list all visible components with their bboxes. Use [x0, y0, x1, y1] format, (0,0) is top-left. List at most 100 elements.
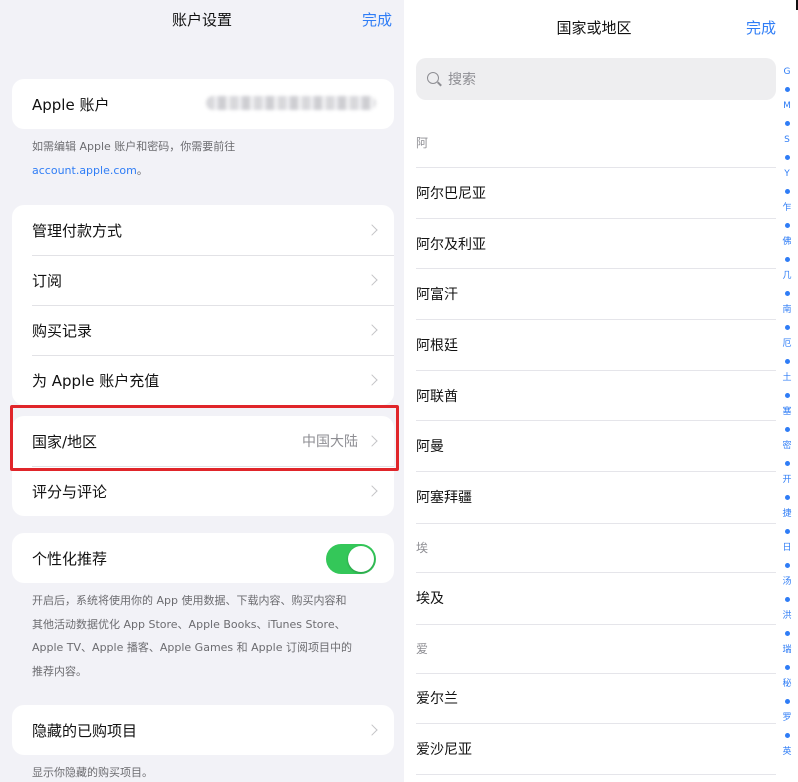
index-dot [784, 665, 790, 670]
index-dot [784, 461, 790, 466]
apple-account-label: Apple 账户 [32, 95, 110, 114]
list-item[interactable]: 阿联酋 [416, 371, 776, 422]
apple-account-row[interactable]: Apple 账户 [12, 79, 394, 129]
index-letter[interactable]: 瑞 [782, 642, 791, 659]
index-letter[interactable]: 洪 [782, 608, 791, 625]
index-letter[interactable]: 佛 [782, 234, 791, 251]
index-dot [784, 87, 790, 92]
menu-row-purchase-history[interactable]: 购买记录 [12, 305, 394, 355]
personalized-card: 个性化推荐 [12, 533, 394, 583]
index-letter[interactable]: 密 [782, 438, 791, 455]
payment-menu-card: 管理付款方式 订阅 购买记录 为 Apple 账户充值 [12, 205, 394, 405]
search-placeholder: 搜索 [448, 72, 476, 88]
index-dot [784, 733, 790, 738]
index-letter[interactable]: 厄 [782, 336, 791, 353]
country-highlight-box [10, 405, 399, 471]
alphabet-index[interactable]: G M S Y 乍 佛 几 南 厄 土 塞 密 开 捷 日 汤 洪 瑞 秘 罗 … [780, 64, 794, 761]
apple-account-card: Apple 账户 [12, 79, 394, 129]
chevron-right-icon [366, 374, 378, 386]
index-dot [784, 699, 790, 704]
menu-row-payment-label: 管理付款方式 [32, 221, 123, 240]
apple-account-note-tail: 。 [136, 163, 148, 177]
hidden-purchases-row[interactable]: 隐藏的已购项目 [12, 705, 394, 755]
index-letter[interactable]: G [784, 64, 791, 81]
apple-account-note: 如需编辑 Apple 账户和密码，你需要前往 account.apple.com… [32, 135, 382, 182]
country-list-title: 国家或地区 [556, 19, 632, 37]
personalized-note-line: Apple TV、Apple 播客、Apple Games 和 Apple 订阅… [32, 641, 352, 654]
index-dot [784, 359, 790, 364]
account-apple-link[interactable]: account.apple.com [32, 164, 137, 177]
menu-row-payment[interactable]: 管理付款方式 [12, 205, 394, 255]
left-done-button[interactable]: 完成 [362, 9, 392, 30]
index-letter[interactable]: 捷 [782, 506, 791, 523]
index-letter[interactable]: 罗 [782, 710, 791, 727]
menu-row-subscriptions[interactable]: 订阅 [12, 255, 394, 305]
personalized-recommendations-row: 个性化推荐 [12, 533, 394, 583]
personalized-note-line: 开启后，系统将使用你的 App 使用数据、下载内容、购买内容和 [32, 594, 347, 607]
ratings-reviews-row[interactable]: 评分与评论 [12, 466, 394, 516]
hidden-purchases-label: 隐藏的已购项目 [32, 721, 138, 740]
apple-account-note-text: 如需编辑 Apple 账户和密码，你需要前往 [32, 140, 236, 153]
list-item[interactable]: 埃及 [416, 573, 776, 624]
list-item[interactable]: 阿尔巴尼亚 [416, 168, 776, 219]
hidden-purchases-card: 隐藏的已购项目 [12, 705, 394, 755]
chevron-right-icon [366, 274, 378, 286]
search-icon [426, 71, 442, 87]
search-input[interactable]: 搜索 [416, 58, 776, 100]
personalized-note-line: 推荐内容。 [32, 664, 87, 678]
index-letter[interactable]: 南 [782, 302, 791, 319]
chevron-right-icon [366, 485, 378, 497]
section-header: 埃 [416, 522, 776, 573]
account-settings-pane: 账户设置 完成 Apple 账户 如需编辑 Apple 账户和密码，你需要前往 … [0, 0, 404, 782]
list-item[interactable]: 阿根廷 [416, 320, 776, 371]
personalized-recommendations-toggle[interactable] [326, 544, 376, 574]
account-settings-title: 账户设置 [171, 11, 232, 29]
list-item[interactable]: 阿曼 [416, 421, 776, 473]
index-dot [784, 223, 790, 228]
index-dot [784, 291, 790, 296]
chevron-right-icon [366, 324, 378, 336]
index-letter[interactable]: 开 [782, 472, 791, 489]
index-letter[interactable]: 乍 [782, 200, 791, 217]
chevron-right-icon [366, 224, 378, 236]
personalized-recommendations-label: 个性化推荐 [32, 549, 108, 568]
index-letter[interactable]: 汤 [782, 574, 791, 591]
index-dot [784, 563, 790, 568]
index-letter[interactable]: 日 [782, 540, 791, 557]
index-letter[interactable]: 土 [782, 370, 791, 387]
list-item[interactable]: 阿塞拜疆 [416, 472, 776, 523]
index-dot [784, 121, 790, 126]
index-letter[interactable]: S [784, 132, 790, 149]
personalized-note-line: 其他活动数据优化 App Store、Apple Books、iTunes St… [32, 617, 346, 631]
personalized-note: 开启后，系统将使用你的 App 使用数据、下载内容、购买内容和 其他活动数据优化… [32, 589, 382, 683]
index-letter[interactable]: 塞 [782, 404, 791, 421]
list-item[interactable]: 阿富汗 [416, 269, 776, 321]
menu-row-subscriptions-label: 订阅 [32, 271, 63, 290]
index-dot [784, 325, 790, 330]
chevron-right-icon [366, 724, 378, 736]
list-item[interactable]: 阿尔及利亚 [416, 219, 776, 270]
list-item[interactable]: 爱沙尼亚 [416, 724, 776, 775]
index-dot [784, 189, 790, 194]
menu-row-purchase-history-label: 购买记录 [32, 321, 93, 340]
section-header: 阿 [416, 118, 776, 168]
menu-row-add-funds-label: 为 Apple 账户充值 [32, 371, 160, 390]
index-letter[interactable]: M [783, 98, 791, 115]
index-letter[interactable]: 几 [782, 268, 791, 285]
index-dot [784, 529, 790, 534]
index-dot [784, 597, 790, 602]
index-dot [784, 393, 790, 398]
index-dot [784, 257, 790, 262]
index-letter[interactable]: Y [784, 166, 790, 183]
hidden-purchases-note: 显示你隐藏的购买项目。 [32, 766, 153, 779]
index-letter[interactable]: 秘 [782, 676, 791, 693]
index-dot [784, 495, 790, 500]
index-dot [784, 631, 790, 636]
index-dot [784, 427, 790, 432]
menu-row-add-funds[interactable]: 为 Apple 账户充值 [12, 355, 394, 405]
right-done-button[interactable]: 完成 [746, 17, 776, 38]
country-region-pane: 国家或地区 完成 搜索 阿 阿尔巴尼亚 阿尔及利亚 阿富汗 阿根廷 阿联酋 阿曼… [404, 0, 798, 782]
list-item[interactable]: 爱尔兰 [416, 674, 776, 725]
index-dot [784, 155, 790, 160]
index-letter[interactable]: 英 [782, 744, 791, 761]
